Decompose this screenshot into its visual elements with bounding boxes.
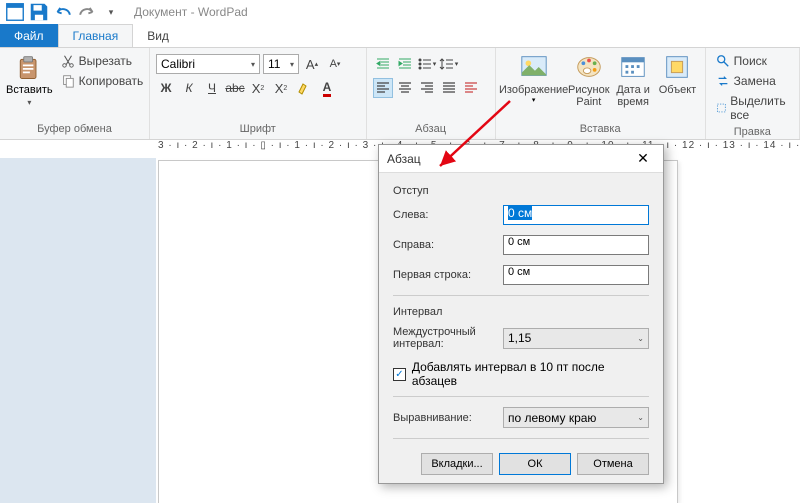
divider [393,396,649,397]
group-paragraph: ▾ ▾ Абзац [367,48,496,139]
first-line-label: Первая строка: [393,269,503,281]
find-button[interactable]: Поиск [712,52,771,70]
alignment-select[interactable]: по левому краю⌄ [503,407,649,428]
left-indent-label: Слева: [393,209,503,221]
group-font-label: Шрифт [156,121,360,137]
ok-button[interactable]: ОК [499,453,571,475]
group-insert-label: Вставка [502,121,699,137]
insert-object-label: Объект [659,84,696,96]
group-edit-label: Правка [712,124,793,140]
shrink-font-icon[interactable]: A▾ [325,54,345,74]
copy-button[interactable]: Копировать [57,72,148,90]
underline-icon[interactable]: Ч [202,78,222,98]
divider [393,295,649,296]
qat-dropdown-icon[interactable]: ▾ [100,1,122,23]
indent-section-label: Отступ [393,185,649,197]
left-indent-input[interactable]: 0 см [503,205,649,225]
insert-date-button[interactable]: Дата и время [612,50,654,108]
menu-icon[interactable] [4,1,26,23]
align-right-icon[interactable] [417,78,437,98]
group-insert: Изображение ▾ Рисунок Paint Дата и время… [496,48,706,139]
undo-icon[interactable] [52,1,74,23]
dialog-title: Абзац [387,152,421,166]
font-color-icon[interactable]: A [317,78,337,98]
group-paragraph-label: Абзац [373,121,489,137]
group-clipboard: Вставить ▾ Вырезать Копировать Буфер обм… [0,48,150,139]
spacing-section-label: Интервал [393,306,649,318]
group-edit: Поиск Замена Выделить все Правка [706,48,800,139]
replace-button[interactable]: Замена [712,72,780,90]
align-left-icon[interactable] [373,78,393,98]
group-font: Calibri▾ 11▾ A▴ A▾ Ж К Ч abc X2 X2 A Шри… [150,48,367,139]
insert-date-label: Дата и время [612,84,654,108]
decrease-indent-icon[interactable] [373,54,393,74]
line-spacing-icon[interactable]: ▾ [439,54,459,74]
document-margin [0,158,156,503]
add-space-checkbox[interactable]: ✓ [393,368,406,381]
linespacing-select[interactable]: 1,15⌄ [503,328,649,349]
window-title: Документ - WordPad [134,5,248,19]
insert-image-button[interactable]: Изображение ▾ [502,50,566,104]
grow-font-icon[interactable]: A▴ [302,54,322,74]
tab-home[interactable]: Главная [58,24,134,47]
bullets-icon[interactable]: ▾ [417,54,437,74]
copy-label: Копировать [79,74,144,88]
italic-icon[interactable]: К [179,78,199,98]
quick-access-toolbar: ▾ [4,1,122,23]
increase-indent-icon[interactable] [395,54,415,74]
dialog-titlebar[interactable]: Абзац ✕ [379,145,663,173]
right-indent-input[interactable]: 0 см [503,235,649,255]
insert-paint-button[interactable]: Рисунок Paint [568,50,610,108]
bold-icon[interactable]: Ж [156,78,176,98]
insert-image-label: Изображение [499,84,568,96]
superscript-icon[interactable]: X2 [271,78,291,98]
group-clipboard-label: Буфер обмена [6,121,143,137]
insert-paint-label: Рисунок Paint [568,84,610,108]
titlebar: ▾ Документ - WordPad [0,0,800,24]
font-name-combo[interactable]: Calibri▾ [156,54,260,74]
strike-icon[interactable]: abc [225,78,245,98]
insert-object-button[interactable]: Объект [656,50,698,96]
cancel-button[interactable]: Отмена [577,453,649,475]
cut-label: Вырезать [79,54,132,68]
linespacing-label: Междустрочный интервал: [393,326,503,350]
right-indent-label: Справа: [393,239,503,251]
select-all-button[interactable]: Выделить все [712,92,793,124]
close-icon[interactable]: ✕ [631,147,655,171]
font-size-combo[interactable]: 11▾ [263,54,299,74]
paste-button[interactable]: Вставить ▾ [6,50,53,107]
add-space-label: Добавлять интервал в 10 пт после абзацев [412,360,649,388]
replace-label: Замена [734,74,776,88]
tab-view[interactable]: Вид [133,24,183,47]
tabs-button[interactable]: Вкладки... [421,453,493,475]
tab-file[interactable]: Файл [0,24,58,47]
first-line-input[interactable]: 0 см [503,265,649,285]
ribbon: Вставить ▾ Вырезать Копировать Буфер обм… [0,48,800,140]
highlight-icon[interactable] [294,78,314,98]
divider [393,438,649,439]
paragraph-dialog: Абзац ✕ Отступ Слева: 0 см Справа: 0 см … [378,144,664,484]
find-label: Поиск [734,54,767,68]
align-center-icon[interactable] [395,78,415,98]
save-icon[interactable] [28,1,50,23]
select-all-label: Выделить все [730,94,789,122]
alignment-label: Выравнивание: [393,412,503,424]
redo-icon[interactable] [76,1,98,23]
paragraph-dialog-icon[interactable] [461,78,481,98]
paste-label: Вставить [6,84,53,96]
align-justify-icon[interactable] [439,78,459,98]
cut-button[interactable]: Вырезать [57,52,148,70]
subscript-icon[interactable]: X2 [248,78,268,98]
ribbon-tabs: Файл Главная Вид [0,24,800,48]
